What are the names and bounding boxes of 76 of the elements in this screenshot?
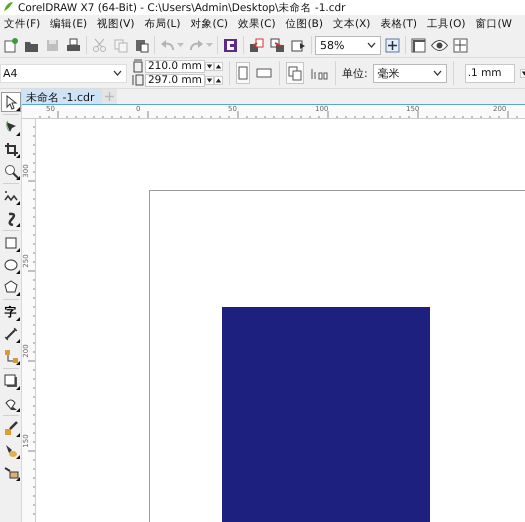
connector-tool-icon (2, 348, 18, 364)
crop-icon (2, 141, 18, 157)
units-dropdown[interactable]: 毫米 (372, 64, 447, 82)
page-size-dropdown[interactable]: A4 (0, 64, 127, 82)
chevron-down-icon (367, 42, 376, 48)
flyout-corner-icon (16, 223, 20, 227)
plus-icon (105, 92, 114, 101)
flyout-corner-icon (16, 107, 20, 111)
menu-item[interactable]: 位图(B) (284, 16, 325, 32)
menu-item[interactable]: 文件(F) (2, 16, 42, 32)
menu-item[interactable]: 文本(X) (330, 16, 372, 32)
printer-icon (65, 36, 82, 54)
polygon-tool-icon (2, 279, 18, 295)
page-width-field[interactable]: 210.0 mm (145, 60, 205, 72)
full-screen-icon (384, 36, 401, 54)
flyout-corner-icon (16, 433, 20, 437)
flyout-corner-icon (16, 455, 20, 459)
freehand-icon (2, 188, 18, 204)
app-launcher-icon (222, 36, 239, 54)
nudge-distance-field[interactable]: .1 mm (464, 64, 515, 82)
flyout-corner-icon (16, 408, 20, 412)
eyedropper-icon (2, 420, 18, 436)
pick-tool[interactable] (0, 92, 20, 112)
menu-item[interactable]: 布局(L) (142, 16, 182, 32)
new-document-icon (2, 36, 19, 54)
page-height-field[interactable]: 297.0 mm (145, 74, 205, 86)
snap-icon (452, 36, 469, 54)
menu-item[interactable]: 对象(C) (188, 16, 230, 32)
flyout-corner-icon (16, 132, 20, 136)
chevron-down-icon (113, 70, 122, 76)
portrait-button[interactable] (236, 62, 250, 84)
copy-icon (112, 36, 129, 54)
document-tab[interactable]: 未命名 -1.cdr (22, 89, 102, 104)
dropdown-caret-icon (206, 43, 213, 47)
spinner-control[interactable] (205, 62, 223, 70)
flyout-corner-icon (16, 248, 20, 252)
menu-item[interactable]: 窗口(W (473, 16, 514, 32)
flyout-corner-icon (16, 477, 20, 481)
rectangle-tool-icon (2, 235, 18, 251)
menu-item[interactable]: 工具(O) (424, 16, 468, 32)
all-pages-button[interactable] (286, 62, 304, 84)
flyout-corner-icon (16, 154, 20, 158)
portrait-page-icon (237, 66, 249, 80)
pages-icon (287, 65, 303, 81)
flyout-corner-icon (16, 201, 20, 205)
zoom-icon (2, 163, 18, 179)
window-title: CorelDRAW X7 (64-Bit) - C:\Users\Admin\Desktop\未命名 -1.cdr (18, 0, 346, 14)
flyout-corner-icon (16, 339, 20, 343)
dimension-tool-icon (2, 326, 18, 342)
chevron-down-icon (432, 70, 442, 76)
flyout-corner-icon (16, 361, 20, 365)
dropdown-caret-icon (177, 43, 184, 47)
menu-item[interactable]: 效果(C) (236, 16, 278, 32)
flyout-corner-icon (16, 292, 20, 296)
menu-item[interactable]: 表格(T) (378, 16, 419, 32)
app-logo-icon (3, 0, 14, 12)
landscape-page-icon (256, 67, 272, 79)
ellipse-tool-icon (2, 257, 18, 273)
menu-item[interactable]: 视图(V) (95, 16, 136, 32)
import-icon (248, 36, 265, 54)
zoom-level-dropdown[interactable]: 58% (315, 36, 381, 54)
menu-item[interactable]: 编辑(E) (48, 16, 90, 32)
flyout-corner-icon (16, 317, 20, 321)
drop-shadow-icon (2, 373, 18, 389)
page-bars-icon (310, 66, 328, 80)
flyout-corner-icon (16, 386, 20, 390)
flyout-corner-icon (16, 270, 20, 274)
spinner-control[interactable] (205, 76, 223, 84)
units-label: 单位: (342, 66, 368, 80)
page-width-icon (132, 59, 144, 73)
scissors-icon (91, 36, 108, 54)
page-height-icon (132, 73, 144, 87)
text-tool[interactable]: 字 (0, 302, 20, 322)
rulers-icon (410, 36, 427, 54)
export-icon (269, 36, 286, 54)
flyout-corner-icon (16, 176, 20, 180)
